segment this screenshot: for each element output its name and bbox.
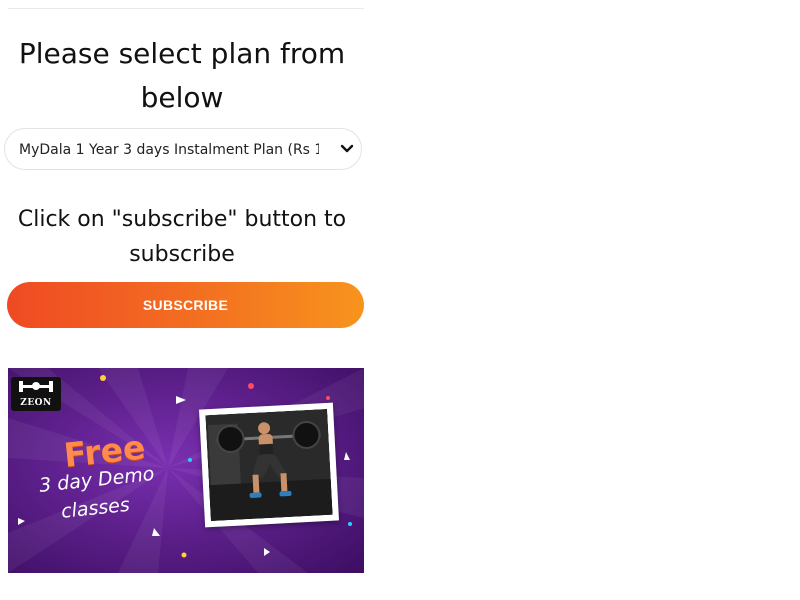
zeon-logo: ZEON — [11, 377, 61, 411]
zeon-brand-text: ZEON — [20, 398, 52, 408]
top-divider — [8, 8, 364, 9]
dumbbell-icon — [19, 381, 53, 392]
subscribe-button[interactable]: SUBSCRIBE — [7, 282, 364, 328]
workout-photo-frame — [199, 402, 339, 528]
demo-classes-banner[interactable]: ZEON Free 3 day Demo classes — [8, 368, 364, 573]
subscribe-instruction: Click on "subscribe" button to subscribe — [17, 207, 347, 267]
chevron-down-icon — [340, 144, 354, 153]
workout-photo — [205, 408, 333, 522]
weightlifter-image — [205, 408, 333, 522]
page-heading: Please select plan from below — [18, 37, 346, 114]
plan-select-value: MyDala 1 Year 3 days Instalment Plan (Rs… — [19, 142, 319, 158]
plan-select[interactable]: MyDala 1 Year 3 days Instalment Plan (Rs… — [4, 128, 362, 170]
